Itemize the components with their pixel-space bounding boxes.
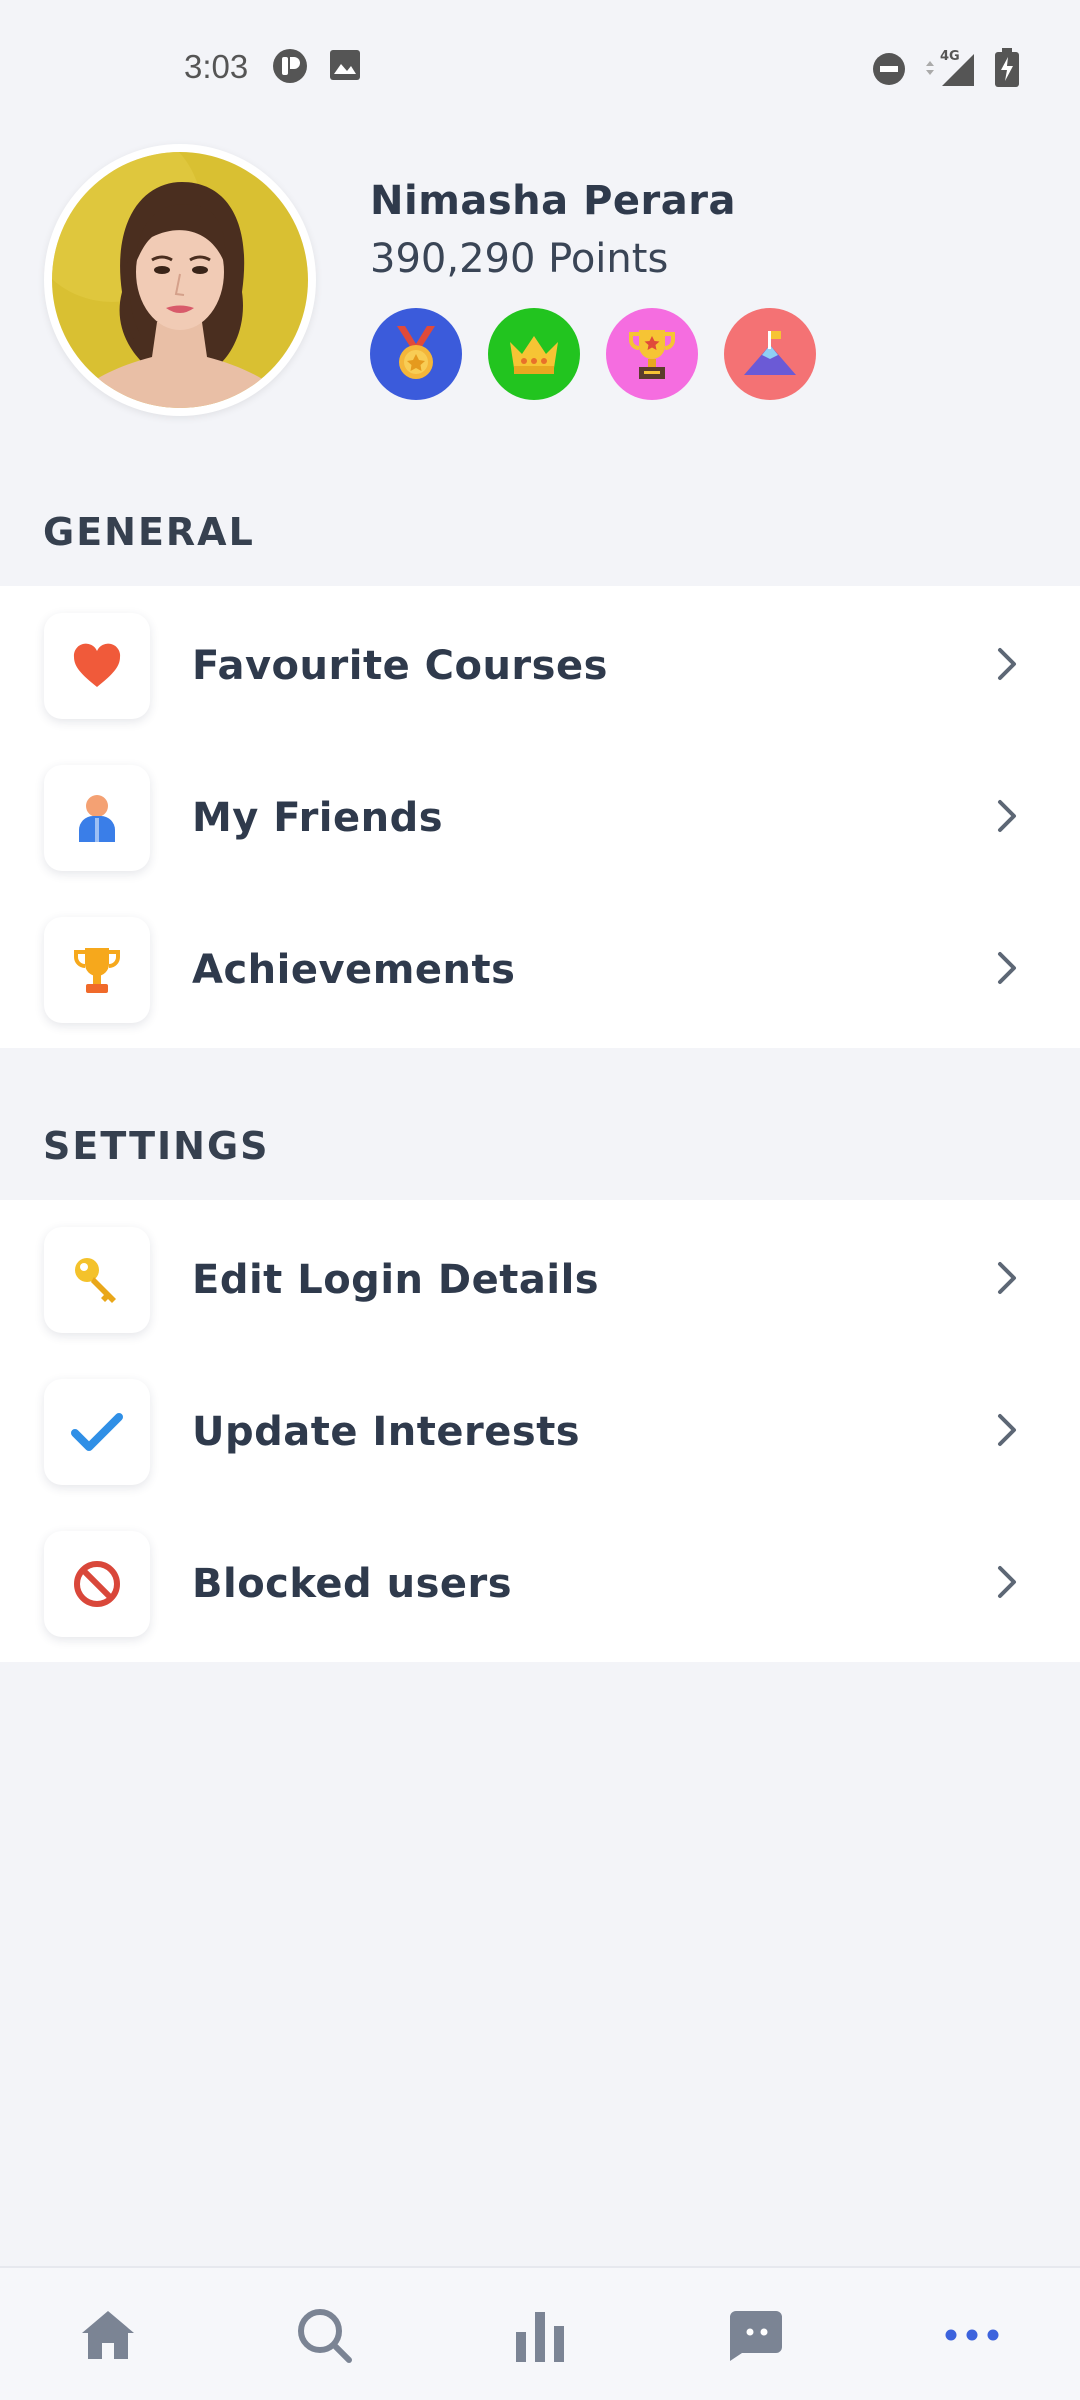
menu-item-update-interests[interactable]: Update Interests <box>0 1356 1080 1508</box>
nav-search-button[interactable] <box>216 2268 432 2400</box>
do-not-disturb-icon <box>872 52 906 90</box>
signal-4g-icon: 4G <box>922 46 978 92</box>
trophy-icon <box>44 917 150 1023</box>
trophy-badge[interactable] <box>606 308 698 400</box>
menu-label: Blocked users <box>192 1561 513 1607</box>
menu-label: Update Interests <box>192 1409 581 1455</box>
chevron-right-icon <box>996 647 1018 685</box>
avatar[interactable] <box>44 144 316 416</box>
general-menu: Favourite Courses My Friends Achievement… <box>0 586 1080 1048</box>
menu-item-blocked-users[interactable]: Blocked users <box>0 1508 1080 1660</box>
profile-points: 390,290 Points <box>370 236 669 282</box>
general-section-header: GENERAL <box>43 510 255 554</box>
menu-label: Favourite Courses <box>192 643 608 689</box>
profile-name: Nimasha Perara <box>370 178 736 224</box>
chevron-right-icon <box>996 951 1018 989</box>
crown-badge[interactable] <box>488 308 580 400</box>
menu-item-my-friends[interactable]: My Friends <box>0 742 1080 894</box>
mountain-badge[interactable] <box>724 308 816 400</box>
nav-chat-button[interactable] <box>648 2268 864 2400</box>
nav-more-button[interactable] <box>864 2268 1080 2400</box>
menu-item-achievements[interactable]: Achievements <box>0 894 1080 1046</box>
notification-app-icon <box>272 48 308 88</box>
bottom-navigation <box>0 2266 1080 2400</box>
mountain-flag-icon <box>744 331 796 375</box>
blocked-icon <box>44 1531 150 1637</box>
key-icon <box>44 1227 150 1333</box>
chevron-right-icon <box>996 1413 1018 1451</box>
menu-item-favourite-courses[interactable]: Favourite Courses <box>0 590 1080 742</box>
network-type-label: 4G <box>940 49 960 64</box>
trophy-icon <box>629 330 675 379</box>
medal-icon <box>397 326 435 379</box>
menu-item-edit-login-details[interactable]: Edit Login Details <box>0 1204 1080 1356</box>
chevron-right-icon <box>996 1261 1018 1299</box>
more-icon <box>945 2329 999 2341</box>
badge-list <box>370 308 816 400</box>
checkmark-icon <box>44 1379 150 1485</box>
avatar-photo <box>52 152 308 408</box>
chat-icon <box>730 2311 782 2361</box>
nav-home-button[interactable] <box>0 2268 216 2400</box>
chevron-right-icon <box>996 1565 1018 1603</box>
menu-label: My Friends <box>192 795 444 841</box>
battery-charging-icon <box>994 48 1020 92</box>
heart-icon <box>44 613 150 719</box>
status-time: 3:03 <box>184 48 249 85</box>
person-icon <box>44 765 150 871</box>
profile-header: Nimasha Perara 390,290 Points <box>0 140 1080 440</box>
settings-section-header: SETTINGS <box>43 1124 270 1168</box>
home-icon <box>82 2311 134 2359</box>
crown-icon <box>510 336 558 374</box>
chevron-right-icon <box>996 799 1018 837</box>
stats-icon <box>516 2312 564 2362</box>
nav-stats-button[interactable] <box>432 2268 648 2400</box>
medal-badge[interactable] <box>370 308 462 400</box>
search-icon <box>298 2309 352 2363</box>
status-bar: 3:03 4G <box>0 0 1080 140</box>
menu-label: Edit Login Details <box>192 1257 600 1303</box>
settings-menu: Edit Login Details Update Interests Bloc… <box>0 1200 1080 1662</box>
image-icon <box>328 48 362 86</box>
menu-label: Achievements <box>192 947 516 993</box>
